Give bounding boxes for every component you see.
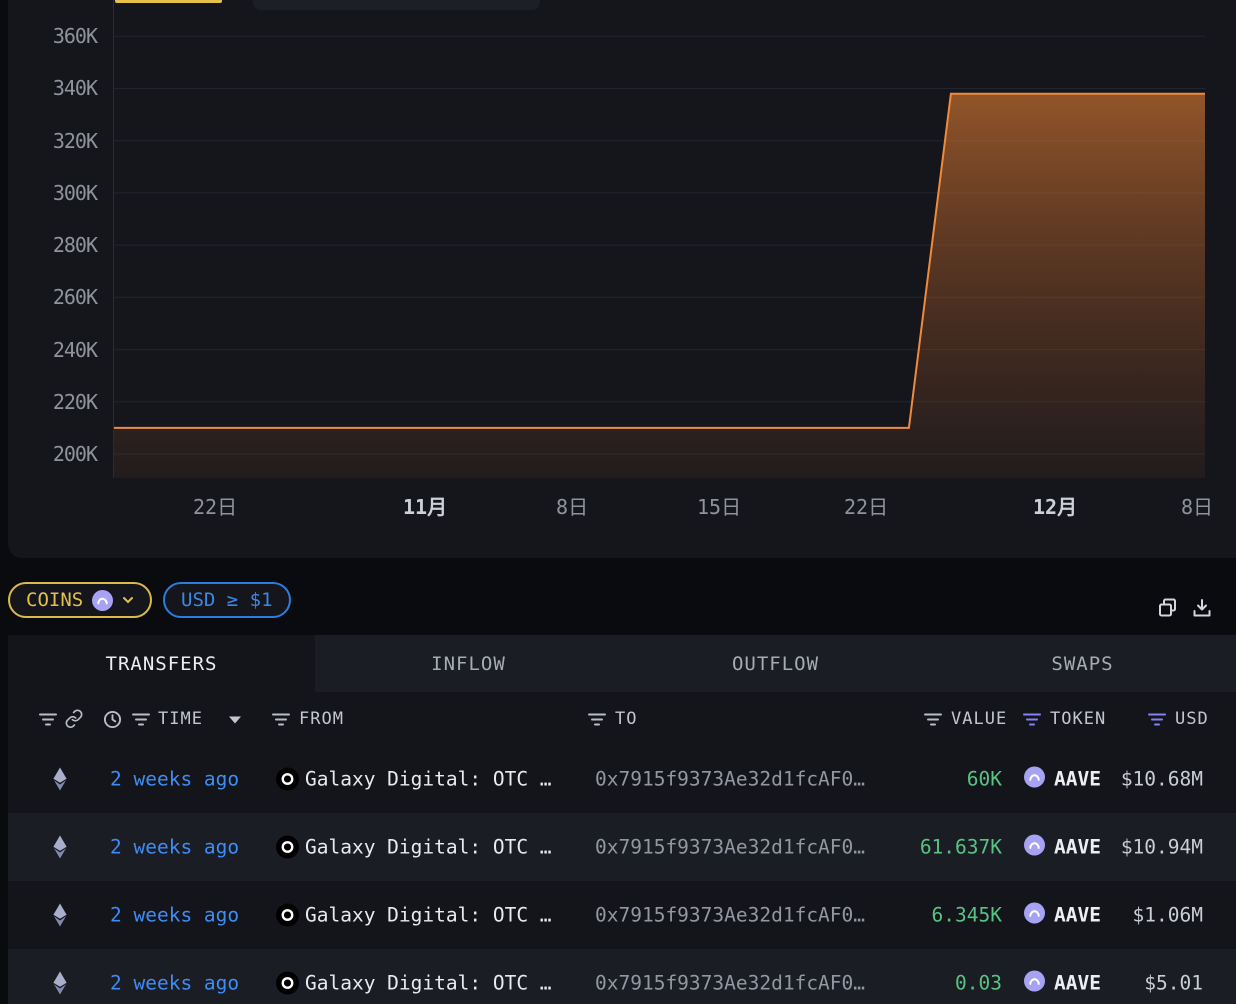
x-tick-label: 12月 [1033, 491, 1077, 520]
filter-icon-active[interactable] [1022, 709, 1042, 728]
sort-desc-icon[interactable] [228, 709, 242, 728]
aave-icon [92, 590, 113, 611]
y-tick-label: 220K [53, 390, 97, 414]
from-entity-link[interactable]: Galaxy Digital: OTC … [305, 768, 552, 791]
to-address-link[interactable]: 0x7915f9373Ae32d1fcAF0… [595, 836, 865, 859]
transfer-value: 60K [967, 768, 1002, 791]
column-header-from: FROM [299, 709, 344, 729]
table-header: TIME FROM TO VALUE TOKEN US [8, 692, 1236, 745]
column-header-time[interactable]: TIME [158, 709, 203, 729]
link-icon[interactable] [64, 708, 84, 729]
transfer-value: 61.637K [920, 836, 1002, 859]
ethereum-icon[interactable] [52, 971, 68, 996]
balance-chart-panel: 360K 340K 320K 300K 280K 260K 240K 220K 200K 22日… [8, 0, 1236, 558]
y-tick-label: 360K [53, 24, 97, 48]
from-entity-link[interactable]: Galaxy Digital: OTC … [305, 972, 552, 995]
transfer-rows: 2 weeks ago Galaxy Digital: OTC … 0x7915… [8, 745, 1236, 1004]
to-address-link[interactable]: 0x7915f9373Ae32d1fcAF0… [595, 904, 865, 927]
filter-bar: COINS USD ≥ $1 [0, 582, 1236, 618]
column-header-to: TO [615, 709, 637, 729]
ethereum-icon[interactable] [52, 903, 68, 928]
y-axis-labels: 360K 340K 320K 300K 280K 260K 240K 220K 200K [8, 0, 105, 478]
x-tick-label: 8日 [1181, 491, 1213, 520]
aave-icon [1024, 903, 1045, 928]
transfer-value: 0.03 [955, 972, 1002, 995]
usd-value: $1.06M [1133, 904, 1203, 927]
column-header-token: TOKEN [1050, 709, 1106, 729]
aave-icon [1024, 835, 1045, 860]
y-tick-label: 280K [53, 233, 97, 257]
transfers-table-panel: TRANSFERS INFLOW OUTFLOW SWAPS TIME [8, 635, 1236, 1004]
coins-pill-label: COINS [26, 589, 83, 611]
filter-icon[interactable] [131, 709, 151, 728]
coins-filter-pill[interactable]: COINS [8, 582, 152, 618]
transfer-time-link[interactable]: 2 weeks ago [110, 904, 239, 927]
x-tick-label: 15日 [697, 491, 741, 520]
table-tabs: TRANSFERS INFLOW OUTFLOW SWAPS [8, 635, 1236, 692]
table-row: 2 weeks ago Galaxy Digital: OTC … 0x7915… [8, 745, 1236, 813]
aave-icon [1024, 971, 1045, 996]
clock-icon [103, 709, 122, 729]
to-address-link[interactable]: 0x7915f9373Ae32d1fcAF0… [595, 972, 865, 995]
token-symbol[interactable]: AAVE [1054, 768, 1101, 791]
filter-icon[interactable] [923, 709, 943, 728]
transfer-time-link[interactable]: 2 weeks ago [110, 836, 239, 859]
filter-icon[interactable] [271, 709, 291, 728]
y-tick-label: 240K [53, 338, 97, 362]
tab-swaps[interactable]: SWAPS [929, 635, 1236, 692]
table-row: 2 weeks ago Galaxy Digital: OTC … 0x7915… [8, 949, 1236, 1004]
table-row: 2 weeks ago Galaxy Digital: OTC … 0x7915… [8, 881, 1236, 949]
usd-value: $10.68M [1121, 768, 1203, 791]
x-tick-label: 8日 [556, 491, 588, 520]
transfer-time-link[interactable]: 2 weeks ago [110, 972, 239, 995]
download-icon[interactable] [1190, 596, 1214, 620]
from-entity-link[interactable]: Galaxy Digital: OTC … [305, 836, 552, 859]
token-symbol[interactable]: AAVE [1054, 836, 1101, 859]
token-symbol[interactable]: AAVE [1054, 904, 1101, 927]
ethereum-icon[interactable] [52, 767, 68, 792]
ethereum-icon[interactable] [52, 835, 68, 860]
x-axis-labels: 22日11月8日15日22日12月8日 [113, 478, 1205, 528]
column-header-usd: USD [1175, 709, 1209, 729]
usd-value: $5.01 [1144, 972, 1203, 995]
chevron-down-icon [122, 596, 134, 604]
x-tick-label: 11月 [403, 491, 447, 520]
y-tick-label: 320K [53, 129, 97, 153]
balance-chart-svg [113, 0, 1205, 478]
balance-area-chart [113, 0, 1205, 478]
transfer-value: 6.345K [932, 904, 1002, 927]
y-tick-label: 260K [53, 285, 97, 309]
to-address-link[interactable]: 0x7915f9373Ae32d1fcAF0… [595, 768, 865, 791]
table-row: 2 weeks ago Galaxy Digital: OTC … 0x7915… [8, 813, 1236, 881]
galaxy-digital-icon [276, 768, 299, 791]
y-tick-label: 200K [53, 442, 97, 466]
galaxy-digital-icon [276, 904, 299, 927]
column-header-value: VALUE [951, 709, 1007, 729]
aave-icon [1024, 767, 1045, 792]
galaxy-digital-icon [276, 836, 299, 859]
arkham-balance-page: 360K 340K 320K 300K 280K 260K 240K 220K 200K 22日… [0, 0, 1236, 1004]
from-entity-link[interactable]: Galaxy Digital: OTC … [305, 904, 552, 927]
usd-value: $10.94M [1121, 836, 1203, 859]
filter-icon[interactable] [587, 709, 607, 728]
filter-icon-active[interactable] [1147, 709, 1167, 728]
tab-transfers[interactable]: TRANSFERS [8, 635, 315, 692]
y-tick-label: 340K [53, 76, 97, 100]
tab-outflow[interactable]: OUTFLOW [622, 635, 929, 692]
token-symbol[interactable]: AAVE [1054, 972, 1101, 995]
tab-inflow[interactable]: INFLOW [315, 635, 622, 692]
usd-pill-label: USD ≥ $1 [181, 589, 273, 611]
usd-filter-pill[interactable]: USD ≥ $1 [163, 582, 291, 618]
x-tick-label: 22日 [193, 491, 237, 520]
x-tick-label: 22日 [844, 491, 888, 520]
transfer-time-link[interactable]: 2 weeks ago [110, 768, 239, 791]
filter-icon[interactable] [38, 709, 58, 728]
y-tick-label: 300K [53, 181, 97, 205]
galaxy-digital-icon [276, 972, 299, 995]
copy-icon[interactable] [1156, 596, 1180, 620]
